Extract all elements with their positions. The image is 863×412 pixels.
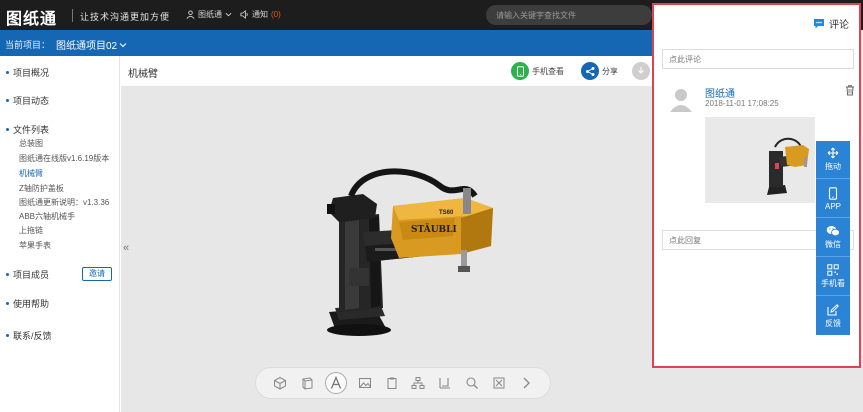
phone-view-label: 手机查看 [532,66,564,76]
share-icon [581,62,599,80]
text-annotation-icon[interactable] [324,372,347,394]
project-name: 图纸通项目02 [56,41,118,52]
sidebar-item-file-list[interactable]: 文件列表 [6,123,49,136]
download-icon [632,62,650,80]
trash-icon[interactable] [844,84,856,96]
file-item-active[interactable]: 机械臂 [19,168,43,179]
feedback-label: 反馈 [825,318,841,328]
speaker-icon [240,10,248,19]
viewer-header: 机械臂 手机查看 分享 [121,56,653,86]
avatar [670,89,692,112]
bullet-icon [6,273,9,276]
phone-view-button[interactable]: 手机查看 [511,62,564,80]
viewer-toolbar [255,367,551,399]
comment-icon [814,19,824,29]
robot-arm-model: STÄUBLI TS60 [327,168,493,336]
collapse-sidebar-button[interactable]: « [120,234,132,262]
chevron-down-icon [119,42,127,47]
chevron-right-icon[interactable] [517,374,535,392]
sidebar: 项目概况 项目动态 文件列表 总装图 图纸通在线版v1.6.19版本 机械臂 Z… [0,56,120,412]
notification-count: (0) [271,10,281,19]
phone-icon [511,62,529,80]
bullet-icon [6,128,9,131]
wechat-button[interactable]: 微信 [816,219,850,257]
file-title: 机械臂 [128,69,158,80]
box-icon[interactable] [298,374,316,392]
file-item[interactable]: 总装图 [19,138,43,149]
notification-link[interactable]: 通知 (0) [240,9,281,20]
invite-button[interactable]: 邀请 [82,267,112,281]
project-selector[interactable]: 图纸通项目02 [56,37,127,52]
floating-toolbar: 拖动 APP 微信 手机看 反馈 [816,141,850,335]
sidebar-item-activity[interactable]: 项目动态 [6,94,49,107]
wechat-label: 微信 [825,240,841,249]
slogan: 让技术沟通更加方便 [80,13,171,23]
sidebar-item-label: 使用帮助 [13,299,50,309]
comment-time: 2018-11-01 17:08:25 [705,99,779,108]
measure-icon[interactable] [436,374,454,392]
sidebar-item-label: 联系/反馈 [13,331,52,341]
file-item[interactable]: 上拖链 [19,225,43,236]
mobile-view-label: 手机看 [821,279,845,288]
file-item[interactable]: 苹果手表 [19,240,51,251]
edit-icon [827,303,839,316]
qrcode-icon [827,264,839,276]
comment-author[interactable]: 图纸通 [705,85,735,100]
bullet-icon [6,302,9,305]
search-input[interactable] [486,5,652,25]
cube-view-icon[interactable] [271,374,289,392]
sidebar-item-help[interactable]: 使用帮助 [6,297,49,310]
robot-thumbnail [767,137,809,195]
current-project-label: 当前项目： [5,40,51,50]
file-item[interactable]: 图纸通在线版v1.6.19版本 [19,153,109,164]
comment-panel-title: 评论 [829,20,849,31]
bullet-icon [6,71,9,74]
file-item[interactable]: Z轴防护盖板 [19,183,64,194]
fit-view-icon[interactable] [490,374,508,392]
download-button[interactable] [632,62,650,80]
sidebar-item-label: 项目概况 [13,68,50,78]
app-logo[interactable]: 图纸通 [6,5,57,29]
bullet-icon [6,334,9,337]
file-item[interactable]: 图纸通更新说明：v1.3.36 [19,197,109,208]
feedback-button[interactable]: 反馈 [816,297,850,335]
zoom-icon[interactable] [463,374,481,392]
app-label: APP [824,201,841,211]
mobile-view-button[interactable]: 手机看 [816,258,850,296]
user-icon [186,10,195,19]
sidebar-item-overview[interactable]: 项目概况 [6,66,49,79]
sidebar-item-members[interactable]: 项目成员 [6,268,49,281]
drag-label: 拖动 [825,162,841,171]
comment-screenshot[interactable] [705,117,815,203]
drag-button[interactable]: 拖动 [816,141,850,179]
notification-label: 通知 [252,10,268,19]
clipboard-icon[interactable] [383,374,401,392]
wechat-icon [826,226,840,237]
move-icon [827,147,839,159]
model-label: TS60 [439,210,454,216]
user-name: 图纸通 [198,10,222,19]
user-menu[interactable]: 图纸通 [186,9,232,20]
share-label: 分享 [602,66,618,76]
chevron-down-icon [225,12,232,17]
share-button[interactable]: 分享 [581,62,618,80]
phone-icon [828,186,838,200]
sidebar-item-contact[interactable]: 联系/反馈 [6,329,52,342]
app-button[interactable]: APP [816,180,850,218]
sidebar-item-label: 项目成员 [13,270,50,280]
sidebar-item-label: 文件列表 [13,125,50,135]
logo-divider [72,9,73,22]
image-icon[interactable] [356,374,374,392]
bullet-icon [6,99,9,102]
tree-structure-icon[interactable] [409,374,427,392]
file-item[interactable]: ABB六轴机械手 [19,211,75,222]
sidebar-item-label: 项目动态 [13,96,50,106]
comment-input[interactable] [662,49,854,69]
comment-panel-header: 评论 [813,16,849,31]
